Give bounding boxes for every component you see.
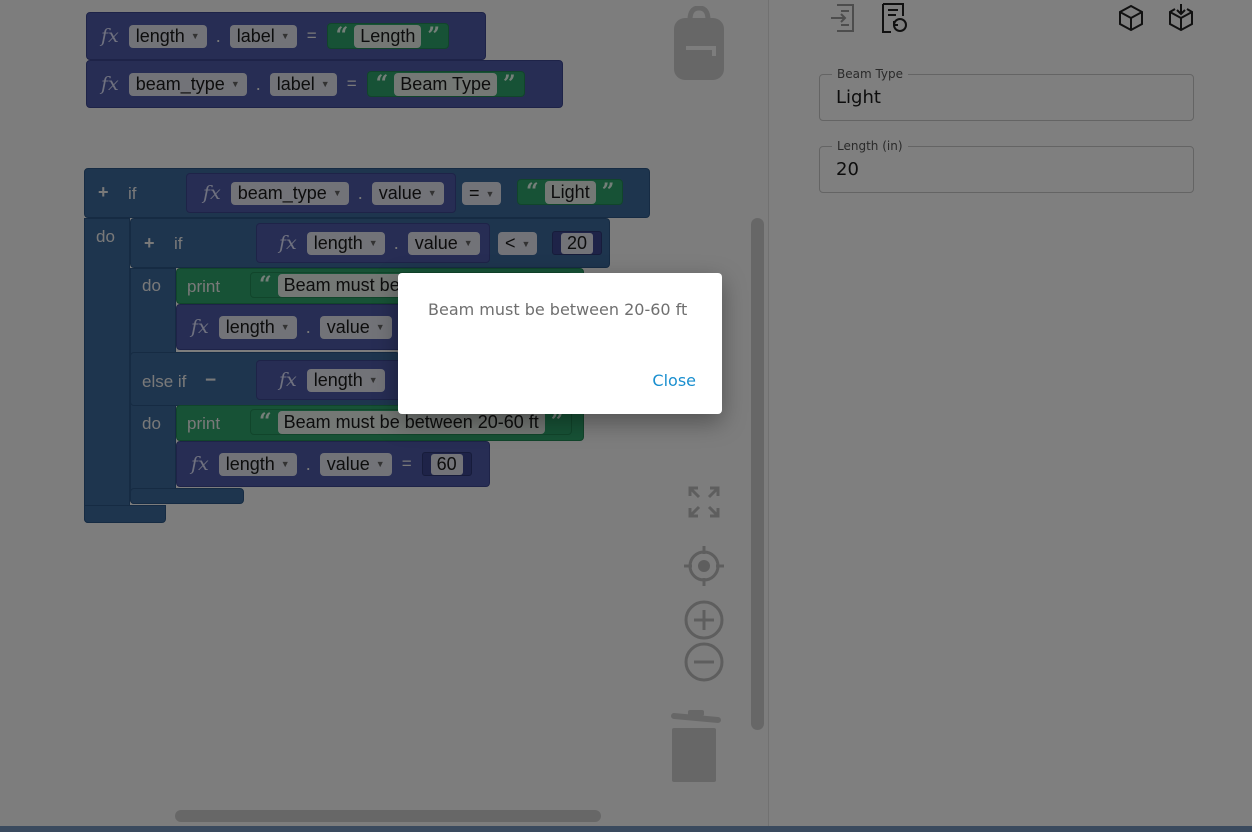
alert-dialog: Beam must be between 20-60 ft Close	[398, 273, 722, 414]
close-button[interactable]: Close	[652, 371, 696, 390]
bottom-bar	[0, 826, 1252, 832]
dialog-message: Beam must be between 20-60 ft	[428, 300, 688, 319]
